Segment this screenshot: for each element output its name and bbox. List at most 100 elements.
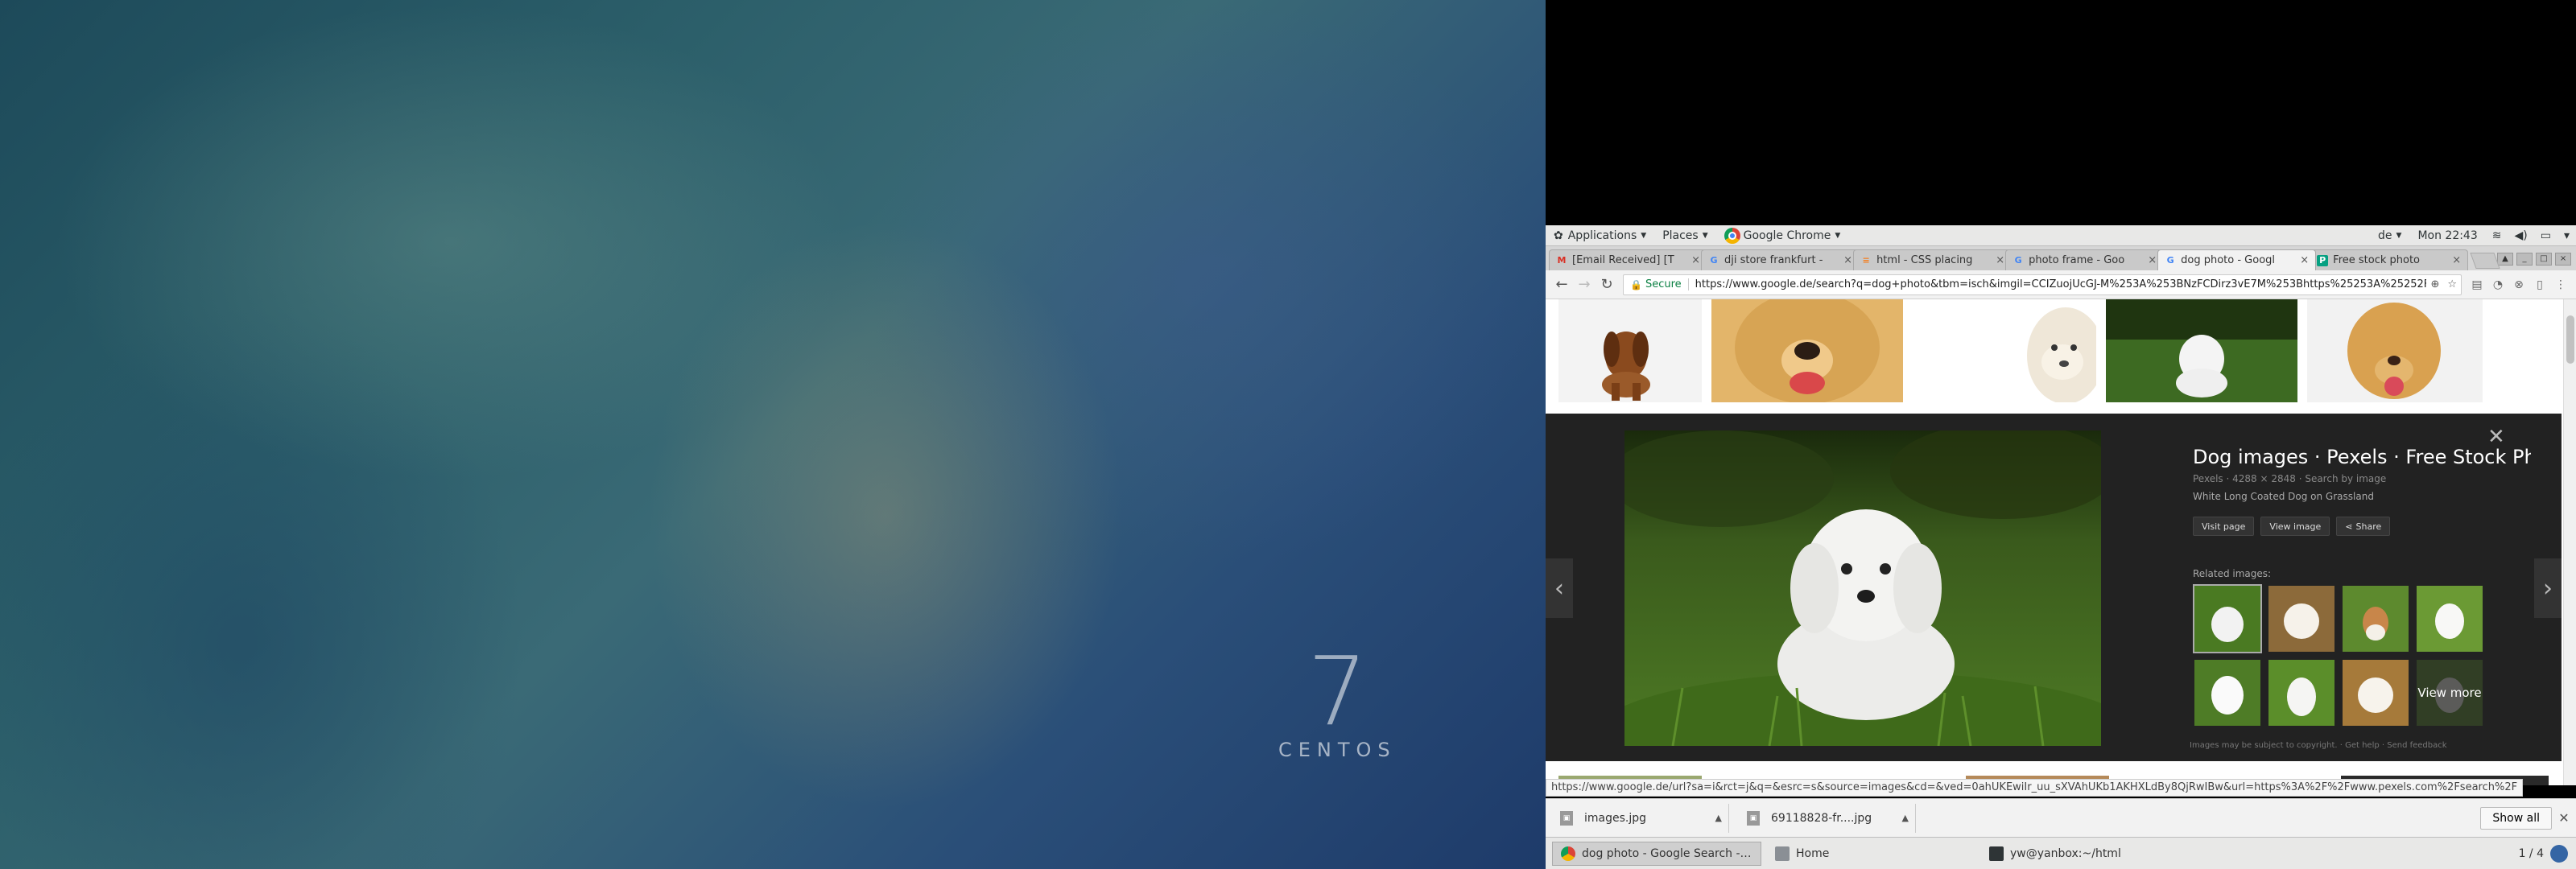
- places-label: Places: [1662, 229, 1699, 242]
- extension-icon[interactable]: ⊗: [2508, 278, 2529, 291]
- close-icon[interactable]: ×: [2148, 254, 2157, 266]
- extension-icon[interactable]: ▯: [2529, 278, 2550, 291]
- lock-icon: 🔒: [1630, 278, 1642, 290]
- previous-image-button[interactable]: ‹: [1546, 558, 1573, 618]
- notification-icon[interactable]: [2550, 844, 2568, 863]
- forward-button[interactable]: →: [1573, 274, 1596, 296]
- related-image-thumbnail[interactable]: [2193, 584, 2262, 653]
- task-chrome-window[interactable]: dog photo - Google Search - Goo...: [1552, 841, 1761, 866]
- tab-css-placing[interactable]: ≡ html - CSS placing ×: [1853, 249, 2013, 270]
- workspace-indicator[interactable]: 1 / 4: [2519, 847, 2550, 860]
- download-item[interactable]: ▣ 69118828-fr....jpg ▲: [1740, 803, 1916, 833]
- related-image-thumbnail[interactable]: [2343, 586, 2409, 652]
- labrador-image: [2307, 299, 2483, 402]
- google-icon: G: [1710, 255, 1718, 266]
- wifi-icon[interactable]: ≋: [2486, 229, 2508, 242]
- extension-icon[interactable]: ▤: [2467, 278, 2487, 291]
- image-result-thumbnail[interactable]: [2307, 299, 2483, 402]
- task-terminal[interactable]: yw@yanbox:~/html: [1980, 842, 2190, 866]
- related-image-thumbnail[interactable]: [2268, 660, 2334, 726]
- close-icon[interactable]: ×: [1691, 254, 1700, 266]
- image-file-icon: ▣: [1747, 810, 1760, 826]
- chrome-menu-icon[interactable]: ⋮: [2550, 278, 2571, 291]
- share-button[interactable]: ⋖ Share: [2336, 517, 2391, 536]
- task-home-folder[interactable]: Home: [1766, 842, 1975, 866]
- clock-label: Mon 22:43: [2417, 229, 2478, 242]
- visit-page-button[interactable]: Visit page: [2193, 517, 2255, 536]
- address-bar[interactable]: 🔒 Secure https://www.google.de/search?q=…: [1623, 274, 2462, 295]
- tab-title: photo frame - Goo: [2029, 254, 2125, 266]
- profile-icon[interactable]: ▲: [2497, 253, 2514, 266]
- keyboard-layout-label: de: [2378, 229, 2392, 242]
- close-icon[interactable]: ×: [1996, 254, 2004, 266]
- back-button[interactable]: ←: [1550, 274, 1573, 296]
- close-download-shelf-icon[interactable]: ✕: [2552, 810, 2576, 826]
- image-result-thumbnail[interactable]: [1945, 299, 2096, 402]
- centos-logo: 7 CENTOS: [1278, 636, 1399, 764]
- image-file-icon: ▣: [1560, 810, 1573, 826]
- maximize-button[interactable]: □: [2536, 253, 2553, 266]
- download-filename: images.jpg: [1584, 811, 1647, 825]
- tab-title: html - CSS placing: [1876, 254, 1973, 266]
- share-label: Share: [2355, 521, 2382, 532]
- download-item[interactable]: ▣ images.jpg ▲: [1554, 803, 1729, 833]
- image-result-thumbnail-selected[interactable]: [2106, 299, 2297, 402]
- places-menu[interactable]: Places ▼: [1654, 225, 1715, 246]
- tab-title: dog photo - Googl: [2181, 254, 2276, 266]
- new-tab-button[interactable]: [2470, 253, 2500, 269]
- chrome-icon: [1561, 846, 1575, 861]
- applications-menu[interactable]: ✿ Applications ▼: [1546, 225, 1654, 246]
- close-icon[interactable]: ×: [2300, 254, 2309, 266]
- right-screen: ✿ Applications ▼ Places ▼ Google Chrome …: [1546, 0, 2576, 869]
- preview-title[interactable]: Dog images · Pexels · Free Stock Pho...: [2193, 446, 2531, 468]
- bookmark-star-icon[interactable]: ☆: [2443, 278, 2461, 290]
- tab-photo-frame[interactable]: G photo frame - Goo ×: [2005, 249, 2165, 270]
- active-app-menu[interactable]: Google Chrome ▼: [1716, 225, 1849, 246]
- image-result-thumbnail[interactable]: [1711, 299, 1903, 402]
- tab-email[interactable]: M [Email Received] [T ×: [1549, 249, 1708, 270]
- volume-icon[interactable]: ◀): [2508, 229, 2534, 242]
- keyboard-layout-menu[interactable]: de ▼: [2370, 225, 2409, 246]
- location-icon[interactable]: ⊕: [2426, 278, 2443, 290]
- stackoverflow-icon: ≡: [1862, 255, 1870, 266]
- next-image-button[interactable]: ›: [2534, 558, 2562, 618]
- gnome-foot-icon: ✿: [1554, 229, 1563, 242]
- gnome-top-bar: ✿ Applications ▼ Places ▼ Google Chrome …: [1546, 225, 2576, 246]
- maltese-puppy-image: [2106, 299, 2297, 402]
- reload-button[interactable]: ↻: [1596, 274, 1618, 296]
- related-image-thumbnail[interactable]: [2343, 660, 2409, 726]
- chevron-up-icon[interactable]: ▲: [1902, 813, 1909, 823]
- extension-icon[interactable]: ◔: [2487, 278, 2508, 291]
- secure-label: Secure: [1645, 278, 1689, 290]
- show-all-downloads-button[interactable]: Show all: [2480, 806, 2552, 830]
- scrollbar-thumb[interactable]: [2566, 315, 2574, 364]
- related-image-thumbnail[interactable]: [2194, 660, 2260, 726]
- chevron-down-icon: ▼: [1641, 231, 1647, 240]
- battery-icon[interactable]: ▭: [2534, 229, 2557, 242]
- close-icon[interactable]: ×: [2452, 254, 2461, 266]
- view-image-button[interactable]: View image: [2260, 517, 2330, 536]
- preview-description: White Long Coated Dog on Grassland: [2193, 491, 2374, 502]
- page-scrollbar[interactable]: [2563, 299, 2576, 785]
- tab-free-stock-photo[interactable]: P Free stock photo ×: [2310, 249, 2469, 270]
- puppy-image: [1558, 299, 1702, 402]
- clock[interactable]: Mon 22:43: [2409, 225, 2485, 246]
- tab-title: Free stock photo: [2333, 254, 2421, 266]
- close-icon[interactable]: ×: [1843, 254, 1852, 266]
- related-image-thumbnail[interactable]: [2417, 586, 2483, 652]
- terminal-icon: [1989, 846, 2004, 861]
- related-image-thumbnail[interactable]: [2268, 586, 2334, 652]
- system-menu-icon[interactable]: ▾: [2557, 229, 2576, 242]
- main-preview-image[interactable]: [1624, 430, 2101, 746]
- image-preview-panel: ‹ ✕ Dog images · Pexels · Free Stock Pho…: [1546, 414, 2562, 761]
- tab-dog-photo[interactable]: G dog photo - Googl ×: [2157, 249, 2317, 270]
- preview-footer: Images may be subject to copyright. · Ge…: [2190, 741, 2447, 750]
- tab-dji-store[interactable]: G dji store frankfurt - ×: [1701, 249, 1860, 270]
- minimize-button[interactable]: _: [2516, 253, 2533, 266]
- chevron-up-icon[interactable]: ▲: [1715, 813, 1722, 823]
- close-window-button[interactable]: ×: [2555, 253, 2572, 266]
- view-more-thumbnail[interactable]: View more: [2417, 660, 2483, 726]
- chrome-icon: [1724, 227, 1740, 244]
- image-result-thumbnail[interactable]: [1558, 299, 1702, 402]
- url-text: https://www.google.de/search?q=dog+photo…: [1695, 278, 2427, 290]
